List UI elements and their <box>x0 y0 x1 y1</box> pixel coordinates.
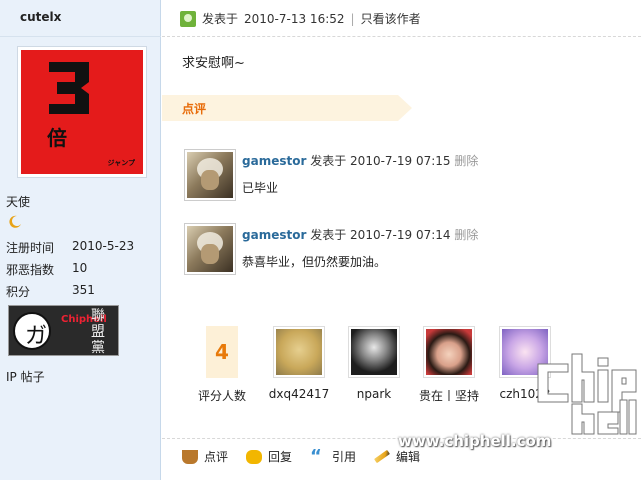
delete-comment-link[interactable]: 删除 <box>454 228 478 242</box>
comment-posted-label: 发表于 <box>310 228 347 242</box>
stat-evil-index: 邪恶指数 10 <box>6 261 87 278</box>
divider <box>0 36 161 37</box>
post-main: 发表于 2010-7-13 16:52 | 只看该作者 求安慰啊~ 点评 gam… <box>162 0 641 480</box>
comment-posted-label: 发表于 <box>310 154 347 168</box>
rater-item[interactable]: 贵在丨坚持 <box>414 326 484 404</box>
comment-time: 2010-7-19 07:14 <box>350 228 451 242</box>
comment-section-title: 点评 <box>182 102 207 116</box>
commenter-name[interactable]: gamestor <box>242 228 306 242</box>
comment-time: 2010-7-19 07:15 <box>350 154 451 168</box>
avatar-char: 倍 <box>47 126 67 150</box>
rater-item[interactable]: czh1023 <box>492 326 558 401</box>
post-header: 发表于 2010-7-13 16:52 | 只看该作者 <box>180 10 421 27</box>
posted-time: 2010-7-13 16:52 <box>244 11 345 26</box>
divider <box>162 438 641 439</box>
badge-logo-icon: ガ <box>13 312 51 350</box>
user-sidebar: cutelx 倍 ジャンプ 天使 注册时间 2010-5-23 邪恶指数 10 … <box>0 0 161 480</box>
stat-points: 积分 351 <box>6 283 95 300</box>
union-badge[interactable]: ガ Chiphell 聯盟黨 <box>8 305 119 356</box>
avatar-image: 倍 ジャンプ <box>21 50 143 174</box>
username[interactable]: cutelx <box>20 10 61 24</box>
ip-posts-link[interactable]: IP 帖子 <box>6 368 45 385</box>
rating-count-value: 4 <box>215 340 229 364</box>
stat-label: 邪恶指数 <box>6 263 55 277</box>
rater-name: 贵在丨坚持 <box>418 389 479 403</box>
rater-avatar <box>273 326 325 378</box>
coffee-cup-icon <box>182 449 198 464</box>
comment-button-label: 点评 <box>204 450 229 464</box>
commenter-avatar[interactable] <box>184 223 236 275</box>
quote-button-label: 引用 <box>332 450 357 464</box>
rater-name: npark <box>356 387 392 401</box>
edit-button-label: 编辑 <box>396 450 421 464</box>
comment-text: 已毕业 <box>242 181 279 195</box>
online-status-icon <box>180 10 196 27</box>
rater-item[interactable]: npark <box>342 326 406 401</box>
stat-value: 351 <box>72 283 95 297</box>
avatar-tag: ジャンプ <box>107 159 135 167</box>
rater-avatar <box>423 326 475 378</box>
stat-label: 注册时间 <box>6 241 55 255</box>
comment-item: gamestor 发表于 2010-7-19 07:15 删除 已毕业 <box>184 149 624 204</box>
reply-button[interactable]: 回复 <box>246 448 292 465</box>
rater-item[interactable]: dxq42417 <box>266 326 332 401</box>
quote-button[interactable]: “ 引用 <box>310 445 357 467</box>
avatar-number-graphic <box>49 62 89 114</box>
rating-count[interactable]: 4 评分人数 <box>184 326 260 404</box>
comment-button[interactable]: 点评 <box>182 448 228 465</box>
user-avatar[interactable]: 倍 ジャンプ <box>17 46 147 178</box>
comment-section-header: 点评 <box>162 95 412 121</box>
rater-name: czh1023 <box>499 387 551 401</box>
badge-chars: 聯盟黨 <box>91 308 105 356</box>
commenter-avatar[interactable] <box>184 149 236 201</box>
stat-label: 积分 <box>6 285 31 299</box>
post-content: 求安慰啊~ <box>182 56 245 71</box>
comment-item: gamestor 发表于 2010-7-19 07:14 删除 恭喜毕业，但仍然… <box>184 223 624 278</box>
divider <box>162 36 641 37</box>
reply-button-label: 回复 <box>268 450 293 464</box>
rating-count-label: 评分人数 <box>197 389 246 403</box>
comment-meta: gamestor 发表于 2010-7-19 07:15 删除 <box>242 152 478 169</box>
stat-value: 2010-5-23 <box>72 239 135 253</box>
stat-value: 10 <box>72 261 88 275</box>
rater-name: dxq42417 <box>268 387 330 401</box>
user-rank: 天使 <box>6 195 31 209</box>
posted-label: 发表于 <box>202 12 239 26</box>
rater-avatar <box>499 326 551 378</box>
edit-button[interactable]: 编辑 <box>374 448 420 465</box>
moon-icon <box>9 215 21 228</box>
author-only-link[interactable]: 只看该作者 <box>361 10 421 27</box>
speech-bubble-icon <box>246 449 263 464</box>
post-actions: 点评 回复 “ 引用 编辑 <box>182 445 420 467</box>
delete-comment-link[interactable]: 删除 <box>454 154 478 168</box>
stat-register-date: 注册时间 2010-5-23 <box>6 239 134 256</box>
pencil-icon <box>374 449 391 464</box>
comment-meta: gamestor 发表于 2010-7-19 07:14 删除 <box>242 226 478 243</box>
rating-count-box: 4 <box>206 326 238 378</box>
header-separator: | <box>350 11 355 26</box>
rater-avatar <box>348 326 400 378</box>
commenter-name[interactable]: gamestor <box>242 154 306 168</box>
comment-text: 恭喜毕业，但仍然要加油。 <box>242 255 387 269</box>
quote-icon: “ <box>310 445 322 467</box>
